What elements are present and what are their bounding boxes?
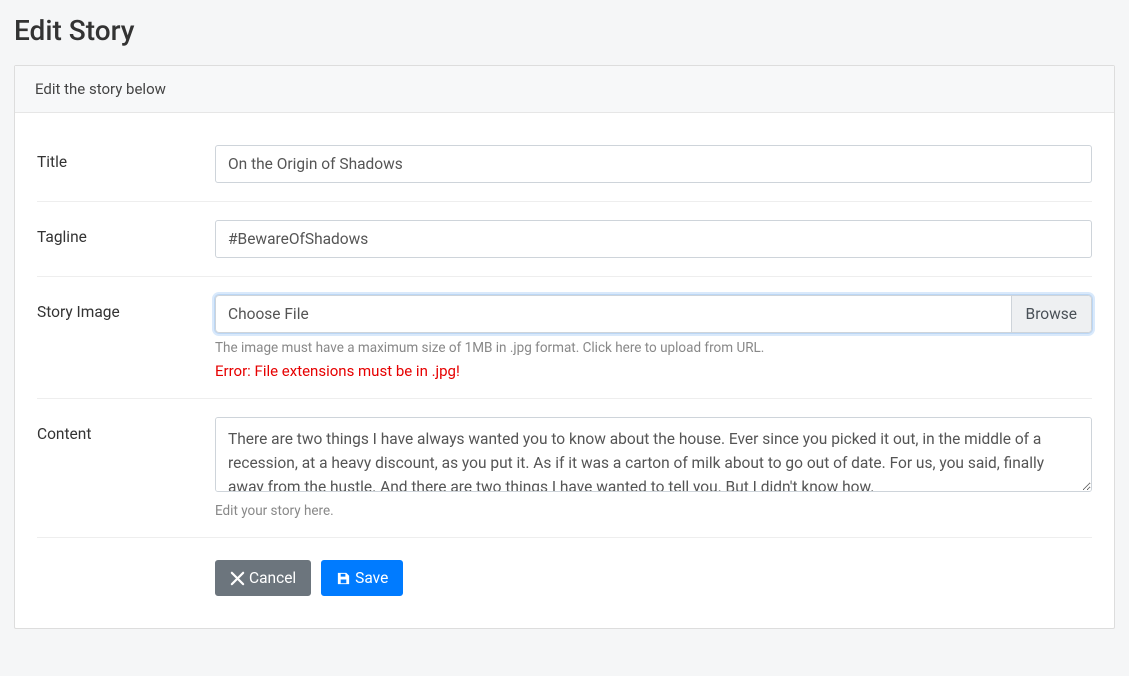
tagline-label: Tagline bbox=[37, 220, 215, 246]
save-button-label: Save bbox=[355, 569, 388, 587]
story-image-label: Story Image bbox=[37, 295, 215, 321]
cancel-button-label: Cancel bbox=[249, 569, 296, 587]
content-textarea[interactable] bbox=[215, 417, 1092, 492]
save-button[interactable]: Save bbox=[321, 560, 403, 596]
content-row: Content Edit your story here. bbox=[37, 399, 1092, 538]
button-row: Cancel Save bbox=[215, 538, 1092, 596]
image-error-text: Error: File extensions must be in .jpg! bbox=[215, 362, 1092, 380]
tagline-row: Tagline bbox=[37, 202, 1092, 277]
browse-button[interactable]: Browse bbox=[1011, 296, 1091, 332]
close-icon bbox=[230, 571, 245, 586]
file-placeholder: Choose File bbox=[216, 296, 1011, 332]
content-help-text: Edit your story here. bbox=[215, 503, 1092, 519]
content-label: Content bbox=[37, 417, 215, 443]
panel-header: Edit the story below bbox=[15, 66, 1114, 113]
page-title: Edit Story bbox=[14, 14, 1115, 47]
title-label: Title bbox=[37, 145, 215, 171]
file-input[interactable]: Choose File Browse bbox=[215, 295, 1092, 333]
story-image-row: Story Image Choose File Browse The image… bbox=[37, 277, 1092, 399]
title-row: Title bbox=[37, 135, 1092, 202]
cancel-button[interactable]: Cancel bbox=[215, 560, 311, 596]
title-input[interactable] bbox=[215, 145, 1092, 183]
tagline-input[interactable] bbox=[215, 220, 1092, 258]
save-icon bbox=[336, 571, 351, 586]
edit-story-panel: Edit the story below Title Tagline Story… bbox=[14, 65, 1115, 629]
image-help-text: The image must have a maximum size of 1M… bbox=[215, 340, 1092, 356]
